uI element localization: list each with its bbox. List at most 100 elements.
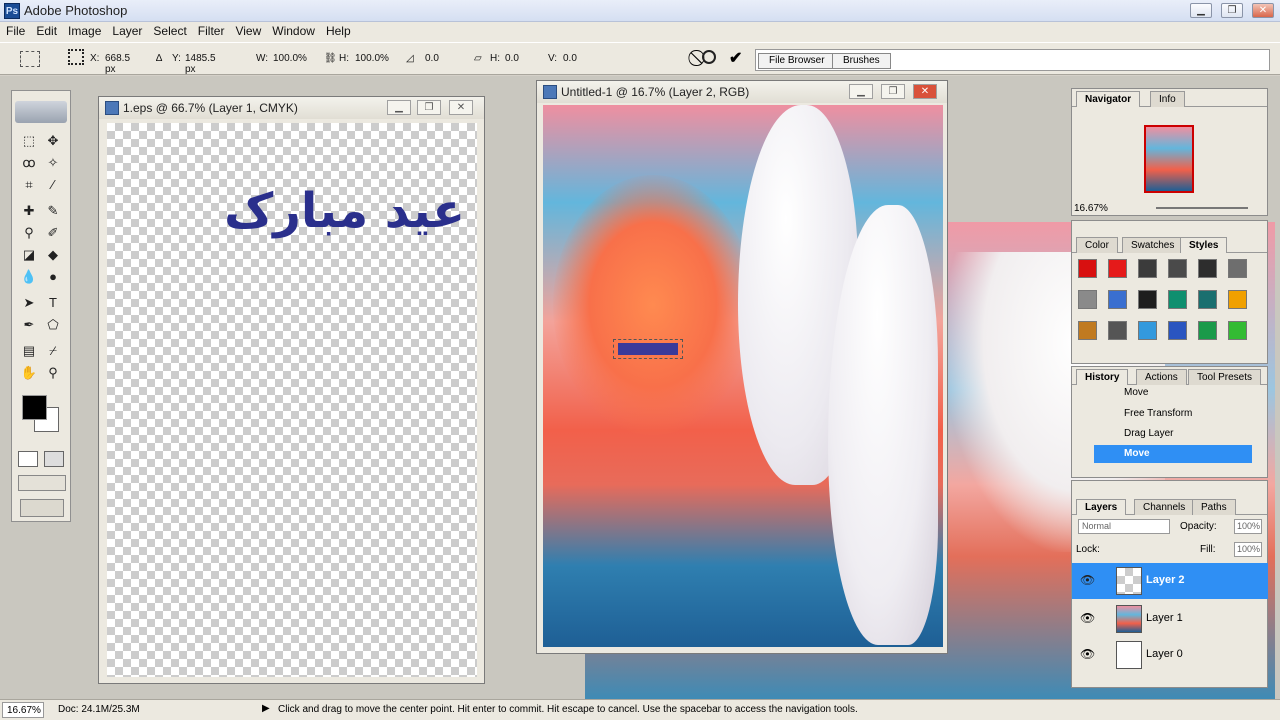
zoom-tool-icon[interactable]: ⚲ <box>42 363 64 383</box>
doc2-title-bar[interactable]: Untitled-1 @ 16.7% (Layer 2, RGB) ▁ ❐ ✕ <box>537 81 947 103</box>
check-icon[interactable]: ✔ <box>729 48 742 68</box>
doc1-close-button[interactable]: ✕ <box>449 100 473 115</box>
hand-tool-icon[interactable]: ✋ <box>18 363 40 383</box>
style-swatch[interactable] <box>1078 321 1097 340</box>
tab-swatches[interactable]: Swatches <box>1122 237 1184 253</box>
quick-mask-icon[interactable] <box>44 451 64 467</box>
menu-view[interactable]: View <box>229 22 266 38</box>
menu-layer[interactable]: Layer <box>106 22 147 38</box>
dodge-tool-icon[interactable]: ● <box>42 267 64 287</box>
status-zoom[interactable]: 16.67% <box>2 702 44 718</box>
path-select-icon[interactable]: ➤ <box>18 293 40 313</box>
style-swatch[interactable] <box>1198 321 1217 340</box>
style-swatch[interactable] <box>1168 290 1187 309</box>
y-field[interactable]: 1485.5 px <box>182 51 230 75</box>
style-swatch[interactable] <box>1168 321 1187 340</box>
layer-row-selected[interactable]: 👁 Layer 2 <box>1072 563 1268 599</box>
tab-styles[interactable]: Styles <box>1180 237 1228 253</box>
tab-paths[interactable]: Paths <box>1192 499 1236 515</box>
angle-field[interactable]: 0.0 <box>422 51 456 68</box>
doc1-canvas[interactable]: عید مبارک <box>107 123 477 677</box>
doc2-maximize-button[interactable]: ❐ <box>881 84 905 99</box>
fill-field[interactable]: 100% <box>1234 542 1262 557</box>
style-swatch[interactable] <box>1138 259 1157 278</box>
style-swatch[interactable] <box>1228 290 1247 309</box>
minimize-button[interactable]: ▁ <box>1190 3 1212 18</box>
doc2-minimize-button[interactable]: ▁ <box>849 84 873 99</box>
x-field[interactable]: 668.5 px <box>102 51 146 75</box>
crop-tool-icon[interactable]: ⌗ <box>18 175 40 195</box>
menu-select[interactable]: Select <box>147 22 191 38</box>
style-swatch[interactable] <box>1228 321 1247 340</box>
transform-bounding-box[interactable] <box>613 339 683 359</box>
style-swatch[interactable] <box>1168 259 1187 278</box>
menu-file[interactable]: File <box>0 22 30 38</box>
menu-filter[interactable]: Filter <box>192 22 230 38</box>
lasso-tool-icon[interactable]: ꝏ <box>18 153 40 173</box>
style-swatch[interactable] <box>1198 259 1217 278</box>
tab-navigator[interactable]: Navigator <box>1076 91 1141 107</box>
tab-actions[interactable]: Actions <box>1136 369 1187 385</box>
eyedropper-icon[interactable]: ⌿ <box>42 341 64 361</box>
standard-mode-icon[interactable] <box>18 451 38 467</box>
document-window-1[interactable]: 1.eps @ 66.7% (Layer 1, CMYK) ▁ ❐ ✕ عید … <box>98 96 485 684</box>
style-swatch[interactable] <box>1108 259 1127 278</box>
style-swatch[interactable] <box>1108 321 1127 340</box>
menu-image[interactable]: Image <box>62 22 106 38</box>
healing-brush-icon[interactable]: ✚ <box>18 201 40 221</box>
eye-icon[interactable]: 👁 <box>1080 573 1095 587</box>
tab-color[interactable]: Color <box>1076 237 1118 253</box>
style-swatch[interactable] <box>1138 321 1157 340</box>
skew-v-field[interactable]: 0.0 <box>560 51 592 68</box>
style-swatch[interactable] <box>1228 259 1247 278</box>
width-field[interactable]: 100.0% <box>270 51 316 68</box>
layer-name[interactable]: Layer 1 <box>1146 612 1183 624</box>
skew-h-field[interactable]: 0.0 <box>502 51 534 68</box>
slice-tool-icon[interactable]: ⁄ <box>42 175 64 195</box>
navigator-zoom-slider[interactable] <box>1156 207 1248 209</box>
link-icon[interactable]: ⛓ <box>324 53 337 64</box>
style-swatch[interactable] <box>1078 290 1097 309</box>
layer-name[interactable]: Layer 0 <box>1146 648 1183 660</box>
close-button[interactable]: ✕ <box>1252 3 1274 18</box>
layer-row[interactable]: 👁 Layer 0 <box>1072 637 1268 673</box>
doc1-maximize-button[interactable]: ❐ <box>417 100 441 115</box>
layer-name[interactable]: Layer 2 <box>1146 574 1185 586</box>
navigator-zoom[interactable]: 16.67% <box>1074 203 1108 214</box>
magic-wand-icon[interactable]: ✧ <box>42 153 64 173</box>
stamp-tool-icon[interactable]: ⚲ <box>18 223 40 243</box>
menu-help[interactable]: Help <box>320 22 356 38</box>
cancel-transform-button[interactable] <box>702 50 716 64</box>
doc2-canvas[interactable] <box>543 105 943 647</box>
shape-tool-icon[interactable]: ⬠ <box>42 315 64 335</box>
tab-tool-presets[interactable]: Tool Presets <box>1188 369 1262 385</box>
history-brush-icon[interactable]: ✐ <box>42 223 64 243</box>
history-item[interactable]: Free Transform <box>1100 405 1252 423</box>
tab-layers[interactable]: Layers <box>1076 499 1127 515</box>
move-tool-icon[interactable]: ✥ <box>42 131 64 151</box>
blur-tool-icon[interactable]: 💧 <box>18 267 40 287</box>
paint-bucket-icon[interactable]: ◆ <box>42 245 64 265</box>
reference-point-icon[interactable] <box>68 49 84 65</box>
history-item[interactable]: Drag Layer <box>1100 425 1252 443</box>
doc2-close-button[interactable]: ✕ <box>913 84 937 99</box>
brush-tool-icon[interactable]: ✎ <box>42 201 64 221</box>
eye-icon[interactable]: 👁 <box>1080 611 1095 625</box>
menu-window[interactable]: Window <box>266 22 320 38</box>
marquee-preset-icon[interactable] <box>20 51 40 67</box>
history-item[interactable]: Move <box>1100 385 1252 403</box>
eye-icon[interactable]: 👁 <box>1080 647 1095 661</box>
tab-history[interactable]: History <box>1076 369 1129 385</box>
pen-tool-icon[interactable]: ✒ <box>18 315 40 335</box>
doc-size[interactable]: Doc: 24.1M/25.3M <box>54 702 250 718</box>
eraser-tool-icon[interactable]: ◪ <box>18 245 40 265</box>
tab-info[interactable]: Info <box>1150 91 1185 107</box>
style-swatch[interactable] <box>1138 290 1157 309</box>
opacity-field[interactable]: 100% <box>1234 519 1262 534</box>
status-arrow-icon[interactable]: ▶ <box>262 703 270 714</box>
document-window-2[interactable]: Untitled-1 @ 16.7% (Layer 2, RGB) ▁ ❐ ✕ <box>536 80 948 654</box>
notes-tool-icon[interactable]: ▤ <box>18 341 40 361</box>
tab-channels[interactable]: Channels <box>1134 499 1195 515</box>
file-browser-tab[interactable]: File Browser <box>758 53 836 69</box>
brushes-tab[interactable]: Brushes <box>832 53 891 69</box>
